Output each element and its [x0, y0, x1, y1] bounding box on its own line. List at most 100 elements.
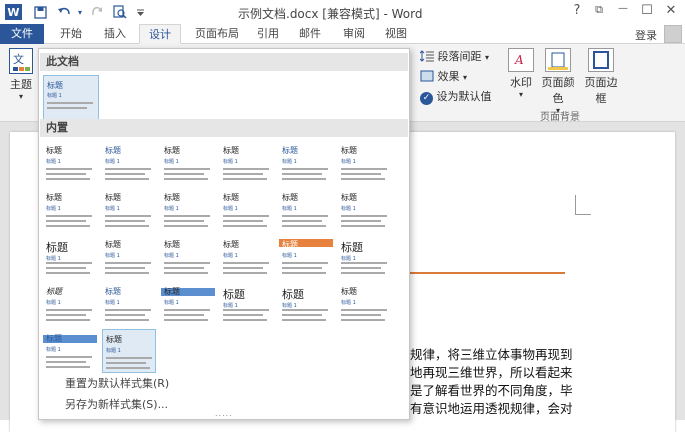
redo-icon[interactable] — [88, 4, 104, 20]
page-border-button[interactable]: 页面边框 — [580, 48, 622, 106]
style-set-thumbnail[interactable]: 标题标题 1 — [43, 188, 97, 232]
thumb-heading: 标题 1 — [223, 303, 238, 309]
thumb-title: 标题 — [46, 193, 62, 202]
style-set-thumbnail[interactable]: 标题 标题 1 — [161, 188, 215, 232]
style-set-thumbnail[interactable]: 标题 标题 1 — [220, 141, 274, 185]
set-as-default-button[interactable]: ✓ 设为默认值 — [420, 88, 492, 105]
svg-text:文: 文 — [13, 52, 24, 66]
thumb-heading: 标题 1 — [223, 253, 238, 259]
thumb-text — [282, 267, 322, 269]
checkmark-icon: ✓ — [420, 92, 433, 105]
avatar[interactable] — [664, 25, 682, 43]
style-set-thumbnail[interactable]: 标题 标题 1 — [161, 235, 215, 279]
tab-references[interactable]: 引用 — [250, 24, 286, 44]
style-set-thumbnail[interactable]: 标题 标题 1 — [102, 329, 156, 373]
style-set-thumbnail[interactable]: 标题 标题 1 — [220, 235, 274, 279]
style-set-thumbnail[interactable]: 标题 标题 1 — [43, 235, 97, 279]
thumb-text — [164, 272, 208, 274]
watermark-dropdown-icon: ▾ — [518, 90, 523, 99]
style-set-thumbnail[interactable]: 标题 标题 1 — [220, 188, 274, 232]
save-style-set-menu-item[interactable]: 另存为新样式集(S)... — [65, 396, 168, 412]
tab-view[interactable]: 视图 — [378, 24, 414, 44]
style-set-thumbnail[interactable]: 标题 标题 1 — [279, 282, 333, 326]
thumb-title: 标题 — [223, 288, 245, 301]
maximize-button[interactable]: ☐ — [638, 3, 656, 18]
tab-file[interactable]: 文件 — [0, 24, 44, 44]
style-set-thumbnail[interactable]: 标题 标题 1 — [161, 141, 215, 185]
thumb-text — [46, 356, 92, 358]
undo-dropdown-icon[interactable]: ▾ — [72, 4, 88, 20]
ribbon-display-button[interactable]: ⧉ — [590, 3, 608, 17]
thumb-text — [282, 168, 328, 170]
thumb-text — [164, 267, 204, 269]
reset-style-set-menu-item[interactable]: 重置为默认样式集(R) — [65, 375, 169, 391]
login-link[interactable]: 登录 — [635, 27, 657, 43]
thumb-text — [341, 309, 387, 311]
thumb-text — [105, 220, 145, 222]
tab-insert[interactable]: 插入 — [94, 24, 136, 44]
print-preview-icon[interactable] — [112, 4, 128, 20]
thumb-text — [223, 319, 267, 321]
themes-button[interactable]: 文 主题 ▾ — [6, 48, 36, 101]
effects-button[interactable]: 效果 ▾ — [420, 68, 467, 84]
thumb-text — [105, 267, 145, 269]
thumb-text — [223, 220, 263, 222]
style-set-thumbnail[interactable]: 标题 标题 1 — [102, 188, 156, 232]
style-set-thumbnail[interactable]: 标题 标题 1 — [338, 282, 392, 326]
thumb-heading: 标题 1 — [46, 206, 61, 212]
thumb-heading: 标题 1 — [282, 206, 297, 212]
doc-text-line: 规律，将三维立体事物再现到 — [410, 347, 573, 362]
style-set-thumbnail[interactable]: 标题 标题 1 — [102, 235, 156, 279]
thumb-heading: 标题 1 — [47, 93, 62, 99]
tab-home[interactable]: 开始 — [50, 24, 92, 44]
thumb-title: 标题 — [164, 146, 180, 155]
style-set-thumbnail[interactable]: 标题 标题 1 — [338, 188, 392, 232]
thumb-text — [282, 215, 328, 217]
paragraph-spacing-button[interactable]: 段落间距 ▾ — [419, 48, 489, 64]
tab-review[interactable]: 审阅 — [336, 24, 372, 44]
style-set-thumbnail[interactable]: 标题 标题 1 — [43, 282, 97, 326]
tab-design[interactable]: 设计 — [139, 24, 181, 44]
effects-dropdown-icon: ▾ — [463, 73, 468, 82]
style-set-thumbnail[interactable]: 标题 标题 1 — [161, 282, 215, 326]
undo-icon[interactable] — [56, 4, 72, 20]
tab-page-layout[interactable]: 页面布局 — [186, 24, 248, 44]
thumb-text — [105, 225, 149, 227]
style-set-thumbnail[interactable]: 标题 标题 1 — [43, 329, 97, 373]
style-set-thumbnail[interactable]: 标题标题 1 — [220, 282, 274, 326]
resize-grip[interactable]: ..... — [215, 409, 233, 418]
style-set-thumbnail[interactable]: 标题 标题 1 — [338, 141, 392, 185]
style-set-thumbnail[interactable]: 标题 标题 1 — [279, 141, 333, 185]
tab-mailings[interactable]: 邮件 — [292, 24, 328, 44]
thumb-text — [223, 225, 267, 227]
thumb-title: 标题 — [164, 193, 180, 202]
watermark-button[interactable]: A 水印 ▾ — [505, 48, 537, 99]
thumb-heading: 标题 1 — [46, 347, 61, 353]
style-set-thumbnail[interactable]: 标题 标题 1 — [102, 282, 156, 326]
thumb-text — [46, 225, 90, 227]
thumb-text — [46, 314, 86, 316]
doc-text-line: 地再现三维世界，所以看起来 — [410, 365, 573, 380]
thumb-title: 标题 — [282, 146, 298, 155]
style-set-thumbnail[interactable]: 标题 标题 1 — [102, 141, 156, 185]
style-set-thumbnail[interactable]: 标题 标题 1 — [43, 141, 97, 185]
thumb-text — [164, 319, 208, 321]
style-set-thumbnail[interactable]: 标题 标题 1 — [338, 235, 392, 279]
thumb-heading: 标题 1 — [341, 300, 356, 306]
close-button[interactable]: ✕ — [662, 3, 680, 18]
style-set-thumbnail[interactable]: 标题 标题 1 — [279, 188, 333, 232]
thumb-text — [105, 215, 151, 217]
thumb-title: 标题 — [223, 193, 239, 202]
style-set-thumbnail[interactable]: 标题 标题 1 — [279, 235, 333, 279]
thumb-text — [223, 168, 269, 170]
thumb-text — [164, 262, 210, 264]
thumb-heading: 标题 1 — [164, 300, 179, 306]
customize-toolbar-icon[interactable] — [132, 4, 148, 20]
help-button[interactable]: ? — [568, 3, 586, 18]
save-icon[interactable] — [32, 4, 48, 20]
page-color-button[interactable]: 页面颜色 ▾ — [537, 48, 579, 115]
thumb-text — [164, 168, 210, 170]
thumb-text — [46, 262, 92, 264]
minimize-button[interactable]: — — [614, 3, 632, 14]
thumb-heading: 标题 1 — [341, 206, 356, 212]
